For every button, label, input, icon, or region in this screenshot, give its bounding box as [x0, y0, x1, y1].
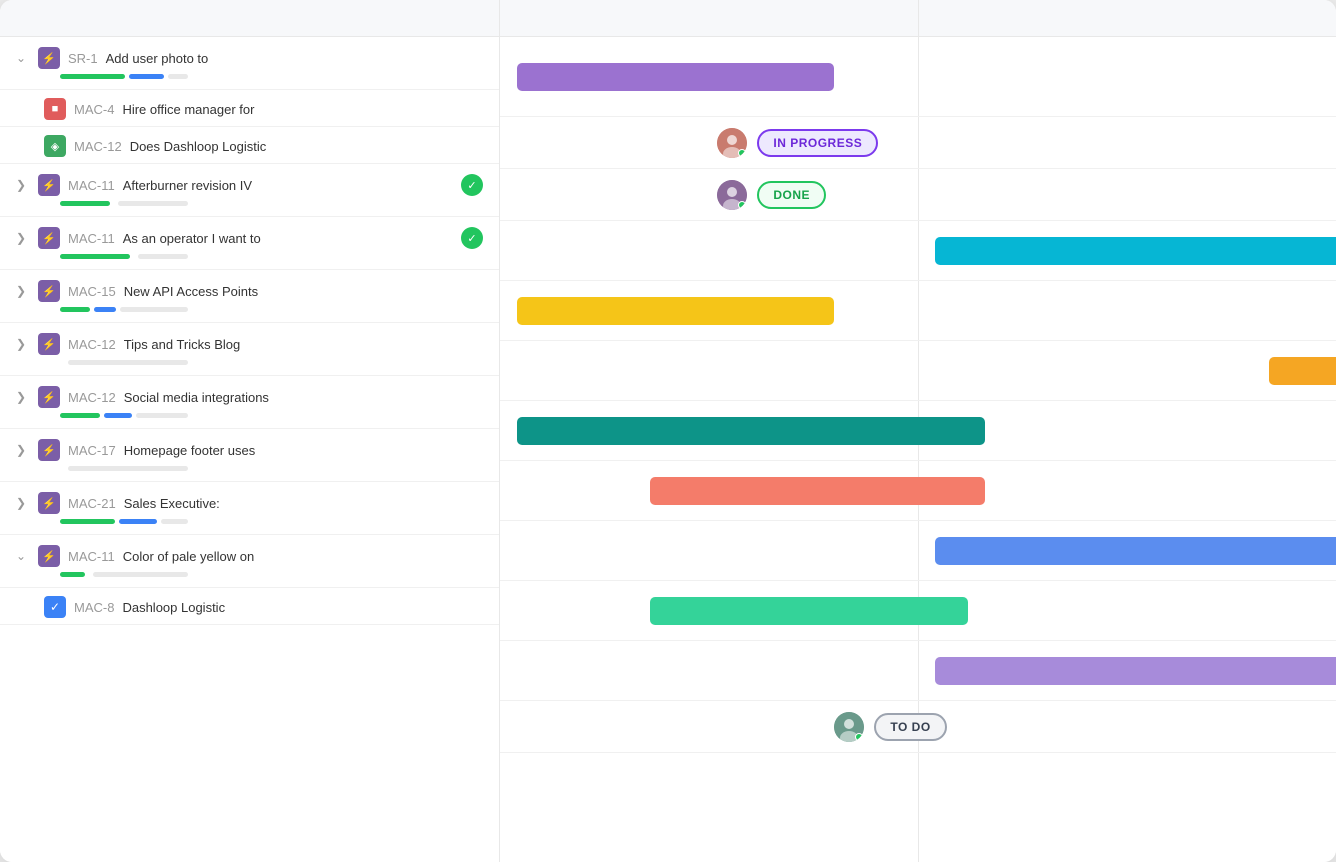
chevron-icon[interactable]: ❯	[16, 390, 30, 404]
content-area: ⌄ ⚡ SR-1 Add user photo to ■ MAC-4 Hire …	[0, 37, 1336, 862]
epic-row[interactable]: ❯ ⚡ MAC-12 Tips and Tricks Blog	[0, 323, 499, 376]
gantt-row	[500, 221, 1336, 281]
chevron-icon[interactable]: ❯	[16, 337, 30, 351]
epic-row[interactable]: ❯ ⚡ MAC-17 Homepage footer uses	[0, 429, 499, 482]
epic-row[interactable]: ⌄ ⚡ SR-1 Add user photo to	[0, 37, 499, 90]
gantt-area: IN PROGRESS DONE	[500, 37, 1336, 862]
gantt-bar	[935, 537, 1336, 565]
epic-id: SR-1	[68, 51, 98, 66]
gantt-row: TO DO	[500, 701, 1336, 753]
chevron-icon[interactable]: ⌄	[16, 51, 30, 65]
gantt-bar	[935, 237, 1336, 265]
epic-title: Sales Executive:	[124, 496, 483, 511]
status-chip: DONE	[757, 181, 826, 209]
epic-title: Dashloop Logistic	[122, 600, 483, 615]
app-container: ⌄ ⚡ SR-1 Add user photo to ■ MAC-4 Hire …	[0, 0, 1336, 862]
epic-row[interactable]: ⌄ ⚡ MAC-11 Color of pale yellow on	[0, 535, 499, 588]
gantt-rows: IN PROGRESS DONE	[500, 37, 1336, 862]
epic-title: As an operator I want to	[123, 231, 453, 246]
gantt-bar	[517, 63, 835, 91]
chevron-icon[interactable]: ❯	[16, 178, 30, 192]
header-row	[0, 0, 1336, 37]
epic-id: MAC-4	[74, 102, 114, 117]
epic-row[interactable]: ❯ ⚡ MAC-15 New API Access Points	[0, 270, 499, 323]
epic-title: New API Access Points	[124, 284, 483, 299]
gantt-row	[500, 461, 1336, 521]
gantt-row	[500, 37, 1336, 117]
status-chip: IN PROGRESS	[757, 129, 878, 157]
epic-title: Homepage footer uses	[124, 443, 483, 458]
gantt-bar	[517, 297, 835, 325]
epic-title: Afterburner revision IV	[123, 178, 453, 193]
epic-title: Add user photo to	[106, 51, 483, 66]
check-badge: ✓	[461, 174, 483, 196]
epic-list: ⌄ ⚡ SR-1 Add user photo to ■ MAC-4 Hire …	[0, 37, 500, 862]
status-chip: TO DO	[874, 713, 946, 741]
chevron-icon[interactable]: ❯	[16, 231, 30, 245]
chevron-icon[interactable]: ❯	[16, 284, 30, 298]
gantt-row	[500, 581, 1336, 641]
epic-id: MAC-12	[68, 390, 116, 405]
child-row[interactable]: ✓ MAC-8 Dashloop Logistic	[0, 588, 499, 625]
child-row[interactable]: ◈ MAC-12 Does Dashloop Logistic	[0, 127, 499, 164]
epic-title: Tips and Tricks Blog	[124, 337, 483, 352]
epic-id: MAC-11	[68, 178, 115, 193]
gantt-bar	[1269, 357, 1336, 385]
gantt-bar	[517, 417, 985, 445]
check-badge: ✓	[461, 227, 483, 249]
epic-title: Color of pale yellow on	[123, 549, 483, 564]
epic-id: MAC-12	[68, 337, 116, 352]
gantt-row: IN PROGRESS	[500, 117, 1336, 169]
header-month-may	[500, 0, 919, 36]
chevron-icon[interactable]: ⌄	[16, 549, 30, 563]
gantt-row	[500, 641, 1336, 701]
gantt-row	[500, 341, 1336, 401]
header-epic	[0, 0, 500, 36]
gantt-row: DONE	[500, 169, 1336, 221]
header-month-jun	[919, 0, 1336, 36]
gantt-row	[500, 281, 1336, 341]
gantt-row	[500, 401, 1336, 461]
gantt-row	[500, 521, 1336, 581]
epic-id: MAC-21	[68, 496, 116, 511]
epic-id: MAC-8	[74, 600, 114, 615]
child-row[interactable]: ■ MAC-4 Hire office manager for	[0, 90, 499, 127]
epic-row[interactable]: ❯ ⚡ MAC-21 Sales Executive:	[0, 482, 499, 535]
epic-row[interactable]: ❯ ⚡ MAC-11 As an operator I want to ✓	[0, 217, 499, 270]
epic-id: MAC-17	[68, 443, 116, 458]
epic-id: MAC-11	[68, 549, 115, 564]
epic-id: MAC-11	[68, 231, 115, 246]
gantt-bar	[650, 597, 968, 625]
epic-row[interactable]: ❯ ⚡ MAC-12 Social media integrations	[0, 376, 499, 429]
chevron-icon[interactable]: ❯	[16, 496, 30, 510]
epic-row[interactable]: ❯ ⚡ MAC-11 Afterburner revision IV ✓	[0, 164, 499, 217]
gantt-bar	[650, 477, 984, 505]
epic-id: MAC-15	[68, 284, 116, 299]
epic-title: Social media integrations	[124, 390, 483, 405]
epic-title: Does Dashloop Logistic	[130, 139, 483, 154]
epic-title: Hire office manager for	[122, 102, 483, 117]
gantt-bar	[935, 657, 1336, 685]
epic-id: MAC-12	[74, 139, 122, 154]
chevron-icon[interactable]: ❯	[16, 443, 30, 457]
